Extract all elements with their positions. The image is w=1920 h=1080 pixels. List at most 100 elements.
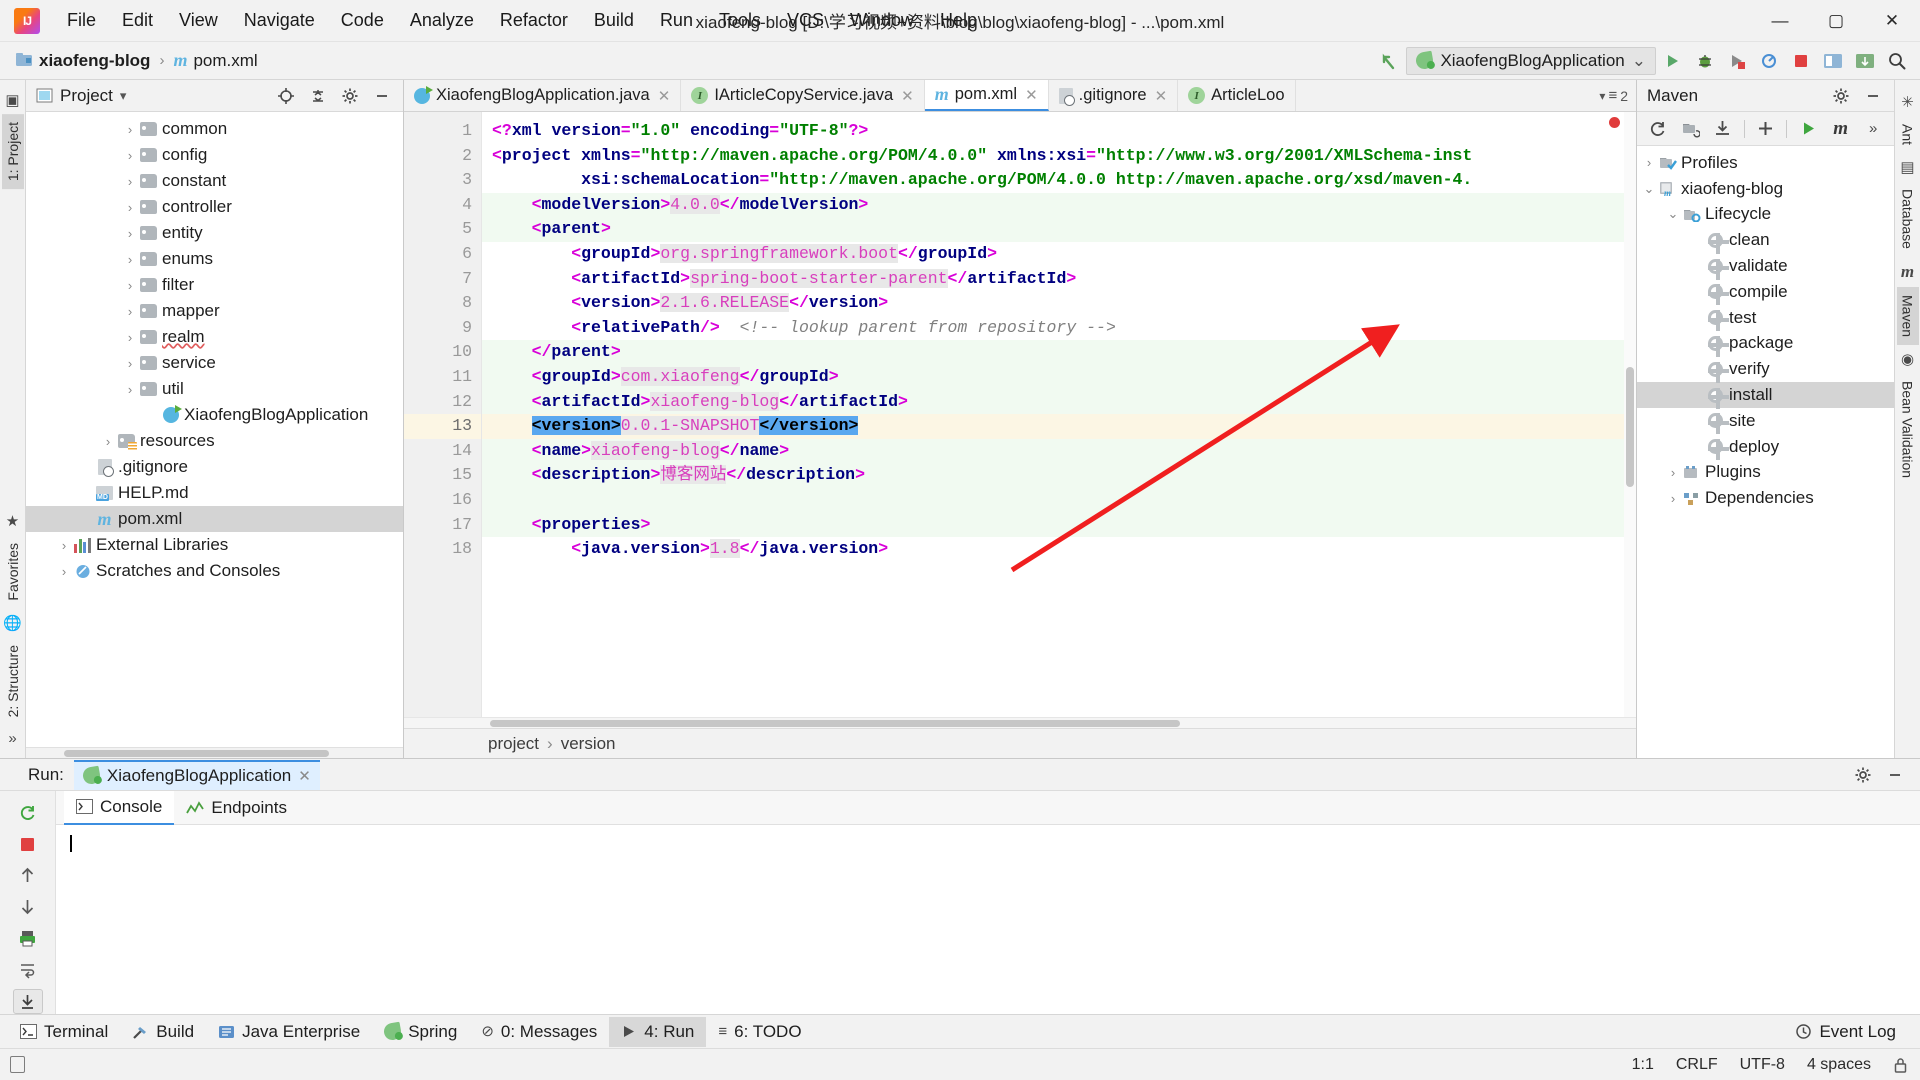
menu-view[interactable]: View — [166, 6, 231, 35]
bottom-item-build[interactable]: Build — [120, 1017, 206, 1047]
print-button[interactable] — [13, 926, 43, 951]
line-number[interactable]: 14 — [404, 439, 481, 464]
project-view-chevron-icon[interactable]: ▾ — [120, 88, 127, 104]
close-icon[interactable]: ✕ — [901, 87, 914, 105]
menu-refactor[interactable]: Refactor — [487, 6, 581, 35]
scroll-to-end-button[interactable] — [12, 988, 43, 1014]
menu-run[interactable]: Run — [647, 6, 706, 35]
project-tree[interactable]: › common › config › constant › controller › entit… — [26, 112, 403, 747]
editor-tab[interactable]: I IArticleCopyService.java ✕ — [681, 80, 925, 111]
code-line[interactable]: </parent> — [482, 340, 1636, 365]
expand-chevron-icon[interactable]: › — [122, 278, 138, 293]
code-line[interactable]: <artifactId>xiaofeng-blog</artifactId> — [482, 389, 1636, 415]
project-tree-row[interactable]: › config — [26, 142, 403, 168]
line-number[interactable]: 17 — [404, 513, 495, 538]
editor-tab[interactable]: m pom.xml ✕ — [924, 80, 1049, 111]
maven-tree-row[interactable]: site — [1637, 408, 1894, 435]
close-icon[interactable]: ✕ — [1025, 86, 1038, 104]
breadcrumb-xml-version[interactable]: version — [561, 734, 616, 754]
project-tree-row[interactable]: › enums — [26, 246, 403, 272]
code-line[interactable]: <description>博客网站</description> — [482, 463, 1636, 488]
event-log-button[interactable]: Event Log — [1783, 1017, 1908, 1047]
editor-tab-overflow[interactable]: ▾ ≡ 2 — [1591, 80, 1636, 111]
bottom-item-java-enterprise[interactable]: Java Enterprise — [206, 1017, 372, 1047]
line-number[interactable]: 7 — [404, 267, 481, 292]
line-number[interactable]: 13 — [404, 414, 481, 439]
scrollbar-thumb[interactable] — [490, 720, 1180, 727]
hide-panel-icon[interactable] — [367, 82, 397, 110]
sidebar-item-favorites[interactable]: Favorites — [2, 535, 24, 609]
project-tree-row[interactable]: › realm — [26, 324, 403, 350]
project-tree-row[interactable]: HELP.md — [26, 480, 403, 506]
project-view-icon[interactable]: ▣ — [5, 86, 19, 114]
console-output[interactable] — [56, 825, 1920, 1014]
project-tree-row[interactable]: › util — [26, 376, 403, 402]
bottom-item-run[interactable]: 4: Run — [609, 1016, 707, 1047]
run-configuration-selector[interactable]: XiaofengBlogApplication ⌄ — [1406, 46, 1656, 75]
hide-panel-icon[interactable] — [1858, 82, 1888, 110]
maven-tree-row[interactable]: compile — [1637, 279, 1894, 306]
line-number[interactable]: 12 — [404, 390, 481, 415]
line-number[interactable]: 10 — [404, 340, 495, 365]
code-line[interactable]: xsi:schemaLocation="http://maven.apache.… — [482, 168, 1636, 193]
bottom-item-messages[interactable]: ⊘ 0: Messages — [469, 1017, 609, 1047]
maven-tree[interactable]: › Profiles ⌄ m xiaofeng-blog ⌄ Lifecycle clean v… — [1637, 146, 1894, 758]
maven-tree-row[interactable]: › Profiles — [1637, 150, 1894, 176]
minimize-button[interactable]: — — [1752, 0, 1808, 41]
line-number[interactable]: 5 — [404, 217, 495, 242]
sidebar-item-project[interactable]: 1: Project — [1, 114, 24, 190]
line-number[interactable]: 18 — [404, 537, 481, 562]
close-button[interactable]: ✕ — [1864, 0, 1920, 41]
expand-chevron-icon[interactable]: › — [56, 564, 72, 579]
debug-button[interactable] — [1690, 47, 1720, 75]
code-line[interactable]: <parent> — [482, 217, 1636, 242]
code-content[interactable]: <?xml version="1.0" encoding="UTF-8"?> <p… — [482, 112, 1636, 717]
maven-tree-row[interactable]: › Dependencies — [1637, 485, 1894, 511]
menu-code[interactable]: Code — [328, 6, 397, 35]
line-separator[interactable]: CRLF — [1676, 1056, 1718, 1074]
line-number[interactable]: 16 — [404, 488, 481, 513]
editor-horizontal-scrollbar[interactable] — [404, 717, 1636, 728]
expand-chevron-icon[interactable]: › — [122, 382, 138, 397]
menu-navigate[interactable]: Navigate — [231, 6, 328, 35]
editor-tab[interactable]: XiaofengBlogApplication.java ✕ — [404, 80, 682, 111]
download-sources-icon[interactable] — [1709, 115, 1737, 143]
ant-icon[interactable]: ✳ — [1901, 88, 1914, 116]
menu-analyze[interactable]: Analyze — [397, 6, 487, 35]
code-line[interactable]: <relativePath/> <!-- lookup parent from … — [482, 316, 1636, 341]
code-line[interactable]: <?xml version="1.0" encoding="UTF-8"?> — [482, 119, 1636, 144]
favorites-star-icon[interactable]: ★ — [6, 507, 19, 535]
expand-chevron-icon[interactable]: › — [122, 304, 138, 319]
collapse-all-icon[interactable] — [303, 82, 333, 110]
expand-chevron-icon[interactable]: › — [1665, 465, 1681, 480]
locate-file-icon[interactable] — [271, 82, 301, 110]
breadcrumb-project[interactable]: xiaofeng-blog — [10, 49, 156, 73]
maven-tree-row[interactable]: install — [1637, 382, 1894, 409]
project-tree-row[interactable]: › controller — [26, 194, 403, 220]
caret-position[interactable]: 1:1 — [1632, 1056, 1654, 1074]
code-line[interactable] — [482, 487, 1636, 513]
expand-chevron-icon[interactable]: ⌄ — [1665, 206, 1681, 222]
execute-maven-goal-icon[interactable] — [1794, 115, 1822, 143]
tab-console[interactable]: Console — [64, 790, 175, 825]
maximize-button[interactable]: ▢ — [1808, 0, 1864, 41]
expand-chevron-icon[interactable]: › — [122, 148, 138, 163]
line-number[interactable]: 6 — [404, 242, 481, 267]
maven-tree-row[interactable]: clean — [1637, 227, 1894, 254]
maven-settings-icon[interactable]: m — [1827, 115, 1855, 143]
error-indicator-icon[interactable] — [1609, 117, 1620, 128]
expand-chevron-icon[interactable]: › — [122, 200, 138, 215]
chevron-down-icon[interactable]: ▾ — [1599, 89, 1605, 103]
breadcrumb-file[interactable]: m pom.xml — [167, 48, 263, 73]
editor-tab[interactable]: I ArticleLoo — [1178, 80, 1296, 111]
project-horizontal-scrollbar[interactable] — [26, 747, 403, 758]
hide-panel-icon[interactable] — [1880, 761, 1910, 789]
maven-tree-row[interactable]: test — [1637, 305, 1894, 332]
close-icon[interactable]: ✕ — [1155, 87, 1168, 105]
back-arrow-icon[interactable] — [1374, 47, 1404, 75]
file-encoding[interactable]: UTF-8 — [1740, 1056, 1785, 1074]
bean-validation-icon[interactable]: ◉ — [1901, 345, 1914, 373]
line-number[interactable]: 9 — [404, 316, 481, 341]
maven-tree-row[interactable]: › Plugins — [1637, 460, 1894, 486]
maven-tree-row[interactable]: validate — [1637, 253, 1894, 280]
